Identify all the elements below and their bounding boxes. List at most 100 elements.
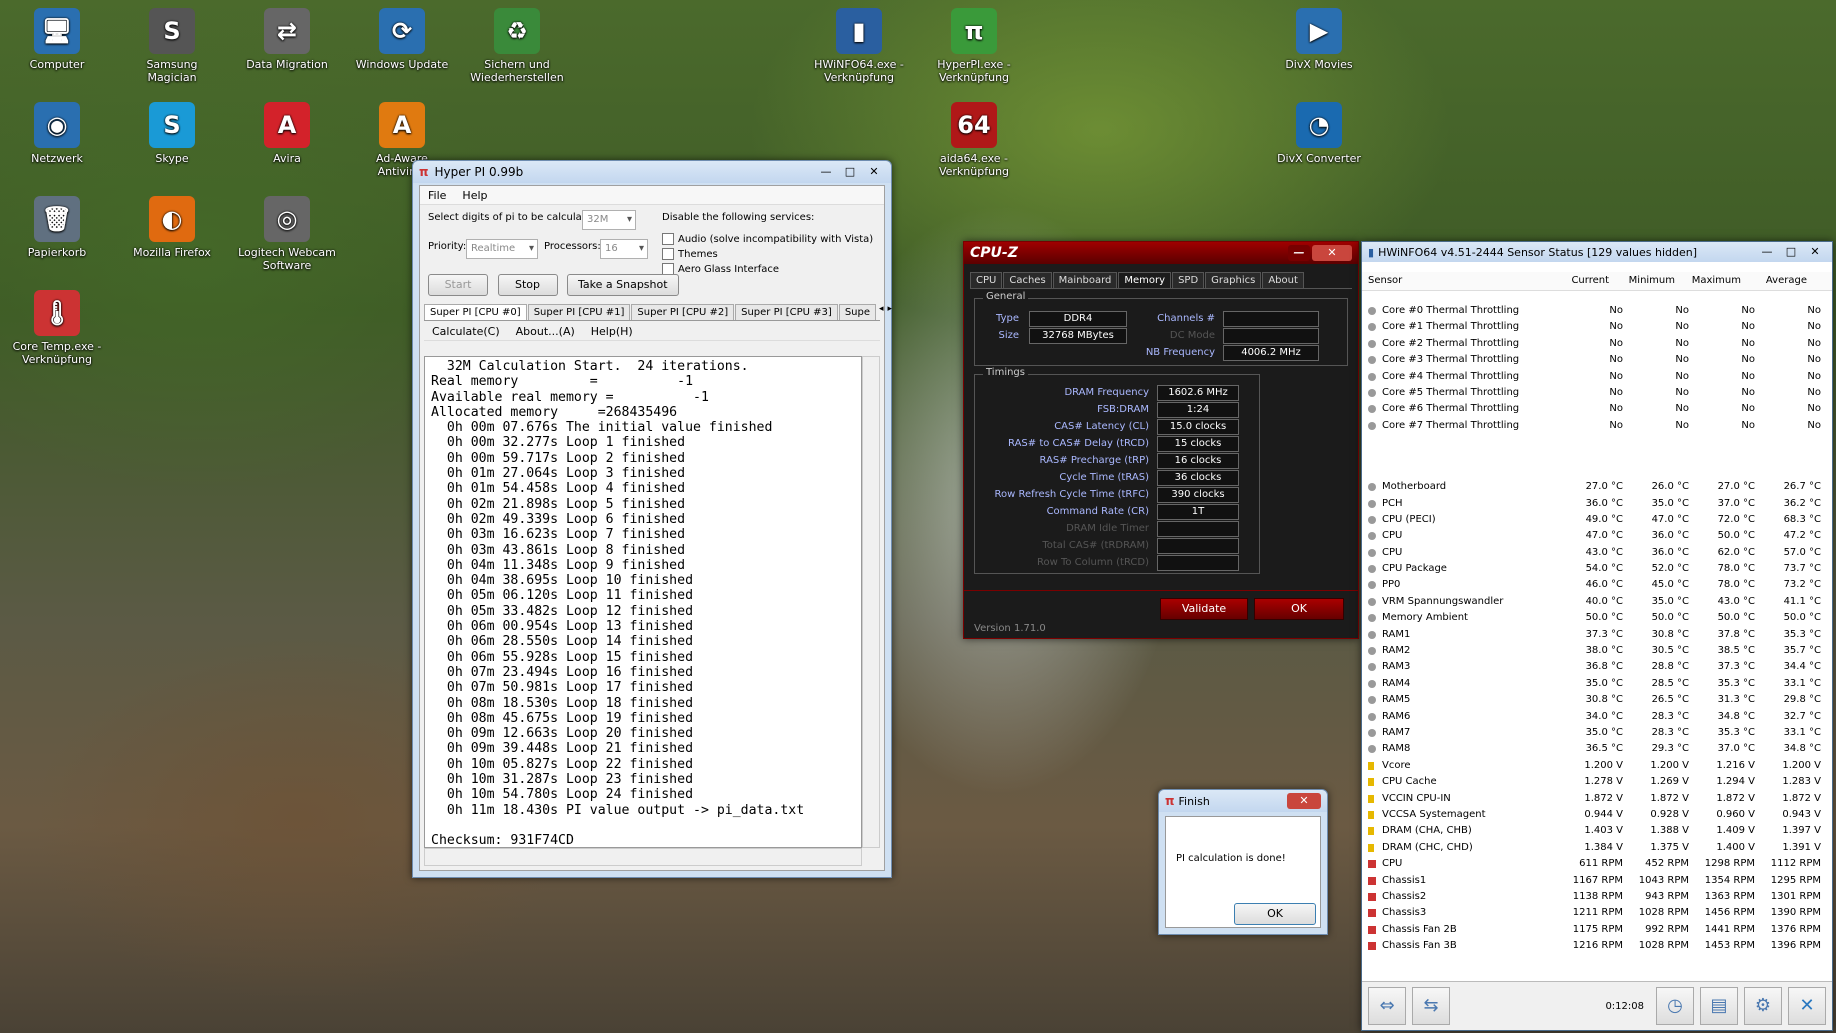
sensor-row[interactable]: Motherboard 27.0 °C 26.0 °C 27.0 °C 26.7 °C — [1362, 479, 1832, 495]
sensor-row[interactable]: RAM4 35.0 °C 28.5 °C 35.3 °C 33.1 °C — [1362, 676, 1832, 692]
desktop-icon[interactable]: ▮ HWiNFO64.exe - Verknüpfung — [809, 8, 909, 84]
tab-cpu4[interactable]: Supe — [838, 304, 876, 320]
sensor-row[interactable]: PCH 36.0 °C 35.0 °C 37.0 °C 36.2 °C — [1362, 496, 1832, 512]
desktop-icon[interactable]: ⇄ Data Migration — [237, 8, 337, 71]
sensor-row[interactable]: RAM6 34.0 °C 28.3 °C 34.8 °C 32.7 °C — [1362, 709, 1832, 725]
col-sensor[interactable]: Sensor — [1362, 272, 1543, 290]
minimize-icon[interactable]: — — [1288, 245, 1310, 261]
expand-icon[interactable]: ⇔ — [1368, 987, 1406, 1025]
tab-scroll-left-icon[interactable]: ◂ — [879, 304, 884, 320]
cpuz-titlebar[interactable]: CPU-Z — ✕ — [964, 242, 1358, 264]
finish-titlebar[interactable]: π Finish ✕ — [1159, 790, 1327, 812]
sensor-row[interactable]: VCCSA Systemagent 0.944 V 0.928 V 0.960 V 0.… — [1362, 807, 1832, 823]
cpuz-tab-spd[interactable]: SPD — [1172, 272, 1205, 288]
sensor-row[interactable]: CPU Package 54.0 °C 52.0 °C 78.0 °C 73.7 °C — [1362, 561, 1832, 577]
sensor-row[interactable]: Memory Ambient 50.0 °C 50.0 °C 50.0 °C 50.0 … — [1362, 610, 1832, 626]
close-icon[interactable]: ✕ — [863, 164, 885, 180]
desktop-icon[interactable]: ◎ Logitech Webcam Software — [237, 196, 337, 272]
sensor-row[interactable]: CPU Cache 1.278 V 1.269 V 1.294 V 1.283 V — [1362, 774, 1832, 790]
sensor-row[interactable]: Chassis1 1167 RPM 1043 RPM 1354 RPM 1295 RPM — [1362, 873, 1832, 889]
sensor-row[interactable]: Chassis Fan 3B 1216 RPM 1028 RPM 1453 RPM 13… — [1362, 938, 1832, 954]
sensor-row[interactable]: Core #4 Thermal Throttling No No No No — [1362, 369, 1832, 385]
aero-checkbox[interactable]: Aero Glass Interface — [662, 263, 873, 275]
priority-select[interactable]: Realtime — [466, 239, 538, 259]
col-current[interactable]: Current — [1543, 272, 1609, 290]
sensor-row[interactable]: Core #5 Thermal Throttling No No No No — [1362, 385, 1832, 401]
hwinfo-titlebar[interactable]: ▮ HWiNFO64 v4.51-2444 Sensor Status [129… — [1362, 242, 1832, 262]
desktop-icon[interactable]: S Skype — [122, 102, 222, 165]
sensor-row[interactable]: Chassis3 1211 RPM 1028 RPM 1456 RPM 1390 RPM — [1362, 905, 1832, 921]
digits-select[interactable]: 32M — [582, 210, 636, 230]
sensor-row[interactable]: PP0 46.0 °C 45.0 °C 78.0 °C 73.2 °C — [1362, 577, 1832, 593]
close-icon[interactable]: ✕ — [1312, 245, 1352, 261]
cpuz-tab-graphics[interactable]: Graphics — [1205, 272, 1262, 288]
sensor-row[interactable]: Core #6 Thermal Throttling No No No No — [1362, 401, 1832, 417]
horizontal-scrollbar[interactable] — [424, 848, 862, 866]
sensor-row[interactable]: Chassis2 1138 RPM 943 RPM 1363 RPM 1301 RPM — [1362, 889, 1832, 905]
maximize-icon[interactable]: □ — [1780, 244, 1802, 260]
col-average[interactable]: Average — [1741, 272, 1807, 290]
sensor-row[interactable]: Core #2 Thermal Throttling No No No No — [1362, 336, 1832, 352]
menu-calculate[interactable]: Calculate(C) — [424, 325, 508, 338]
col-minimum[interactable]: Minimum — [1609, 272, 1675, 290]
sensor-row[interactable]: Core #1 Thermal Throttling No No No No — [1362, 319, 1832, 335]
collapse-icon[interactable]: ⇆ — [1412, 987, 1450, 1025]
audio-checkbox[interactable]: Audio (solve incompatibility with Vista) — [662, 233, 873, 245]
desktop-icon[interactable]: A Avira — [237, 102, 337, 165]
menu-help[interactable]: Help — [454, 189, 495, 202]
sensor-row[interactable]: RAM3 36.8 °C 28.8 °C 37.3 °C 34.4 °C — [1362, 659, 1832, 675]
col-maximum[interactable]: Maximum — [1675, 272, 1741, 290]
cpuz-tab-caches[interactable]: Caches — [1003, 272, 1052, 288]
sensor-row[interactable]: DRAM (CHC, CHD) 1.384 V 1.375 V 1.400 V 1.39… — [1362, 840, 1832, 856]
report-icon[interactable]: ▤ — [1700, 987, 1738, 1025]
desktop-icon[interactable]: 🗑 Papierkorb — [7, 196, 107, 259]
desktop-icon[interactable]: 🖥 Computer — [7, 8, 107, 71]
sensor-row[interactable]: CPU (PECI) 49.0 °C 47.0 °C 72.0 °C 68.3 °C — [1362, 512, 1832, 528]
validate-button[interactable]: Validate — [1160, 598, 1248, 620]
themes-checkbox[interactable]: Themes — [662, 248, 873, 260]
tab-cpu3[interactable]: Super PI [CPU #3] — [735, 304, 838, 320]
sensor-row[interactable]: RAM2 38.0 °C 30.5 °C 38.5 °C 35.7 °C — [1362, 643, 1832, 659]
sensor-row[interactable]: CPU 47.0 °C 36.0 °C 50.0 °C 47.2 °C — [1362, 528, 1832, 544]
desktop-icon[interactable]: ▶ DivX Movies — [1269, 8, 1369, 71]
sensor-row[interactable]: Chassis Fan 2B 1175 RPM 992 RPM 1441 RPM 137… — [1362, 922, 1832, 938]
clock-icon[interactable]: ◷ — [1656, 987, 1694, 1025]
menu-about[interactable]: About...(A) — [508, 325, 583, 338]
close-icon[interactable]: ✕ — [1287, 793, 1321, 809]
sensor-row[interactable]: RAM8 36.5 °C 29.3 °C 37.0 °C 34.8 °C — [1362, 741, 1832, 757]
finish-ok-button[interactable]: OK — [1234, 903, 1316, 925]
stop-button[interactable]: Stop — [497, 274, 558, 296]
minimize-icon[interactable]: — — [1756, 244, 1778, 260]
tab-cpu1[interactable]: Super PI [CPU #1] — [527, 304, 631, 320]
cpuz-tab-cpu[interactable]: CPU — [970, 272, 1003, 288]
hyperpi-titlebar[interactable]: π Hyper PI 0.99b — □ ✕ — [413, 161, 891, 183]
sensor-row[interactable]: DRAM (CHA, CHB) 1.403 V 1.388 V 1.409 V 1.39… — [1362, 823, 1832, 839]
close-x-icon[interactable]: ✕ — [1788, 987, 1826, 1025]
desktop-icon[interactable]: 64 aida64.exe - Verknüpfung — [924, 102, 1024, 178]
sensor-row[interactable]: VRM Spannungswandler 40.0 °C 35.0 °C 43.0 °… — [1362, 594, 1832, 610]
desktop-icon[interactable]: ◐ Mozilla Firefox — [122, 196, 222, 259]
snapshot-button[interactable]: Take a Snapshot — [567, 274, 679, 296]
sensor-row[interactable]: CPU 611 RPM 452 RPM 1298 RPM 1112 RPM — [1362, 856, 1832, 872]
menu-file[interactable]: File — [420, 189, 454, 202]
sensor-row[interactable]: Core #0 Thermal Throttling No No No No — [1362, 303, 1832, 319]
sensor-row[interactable]: Vcore 1.200 V 1.200 V 1.216 V 1.200 V — [1362, 758, 1832, 774]
desktop-icon[interactable]: 🌡 Core Temp.exe - Verknüpfung — [7, 290, 107, 366]
tab-cpu2[interactable]: Super PI [CPU #2] — [631, 304, 735, 320]
sensor-row[interactable]: RAM5 30.8 °C 26.5 °C 31.3 °C 29.8 °C — [1362, 692, 1832, 708]
settings-gear-icon[interactable]: ⚙ — [1744, 987, 1782, 1025]
desktop-icon[interactable]: ⟳ Windows Update — [352, 8, 452, 71]
desktop-icon[interactable]: ◔ DivX Converter — [1269, 102, 1369, 165]
sensor-row[interactable]: RAM7 35.0 °C 28.3 °C 35.3 °C 33.1 °C — [1362, 725, 1832, 741]
tab-scroll-right-icon[interactable]: ▸ — [888, 304, 893, 320]
sensor-row[interactable]: Core #3 Thermal Throttling No No No No — [1362, 352, 1832, 368]
desktop-icon[interactable]: S Samsung Magician — [122, 8, 222, 84]
tab-cpu0[interactable]: Super PI [CPU #0] — [424, 304, 527, 320]
sensor-row[interactable]: Core #7 Thermal Throttling No No No No — [1362, 418, 1832, 434]
sensor-row[interactable]: VCCIN CPU-IN 1.872 V 1.872 V 1.872 V 1.872 V — [1362, 791, 1832, 807]
desktop-icon[interactable]: ♻ Sichern und Wiederherstellen — [467, 8, 567, 84]
desktop-icon[interactable]: π HyperPI.exe - Verknüpfung — [924, 8, 1024, 84]
cpuz-tab-memory[interactable]: Memory — [1118, 272, 1172, 288]
sensor-row[interactable]: CPU 43.0 °C 36.0 °C 62.0 °C 57.0 °C — [1362, 545, 1832, 561]
close-icon[interactable]: ✕ — [1804, 244, 1826, 260]
